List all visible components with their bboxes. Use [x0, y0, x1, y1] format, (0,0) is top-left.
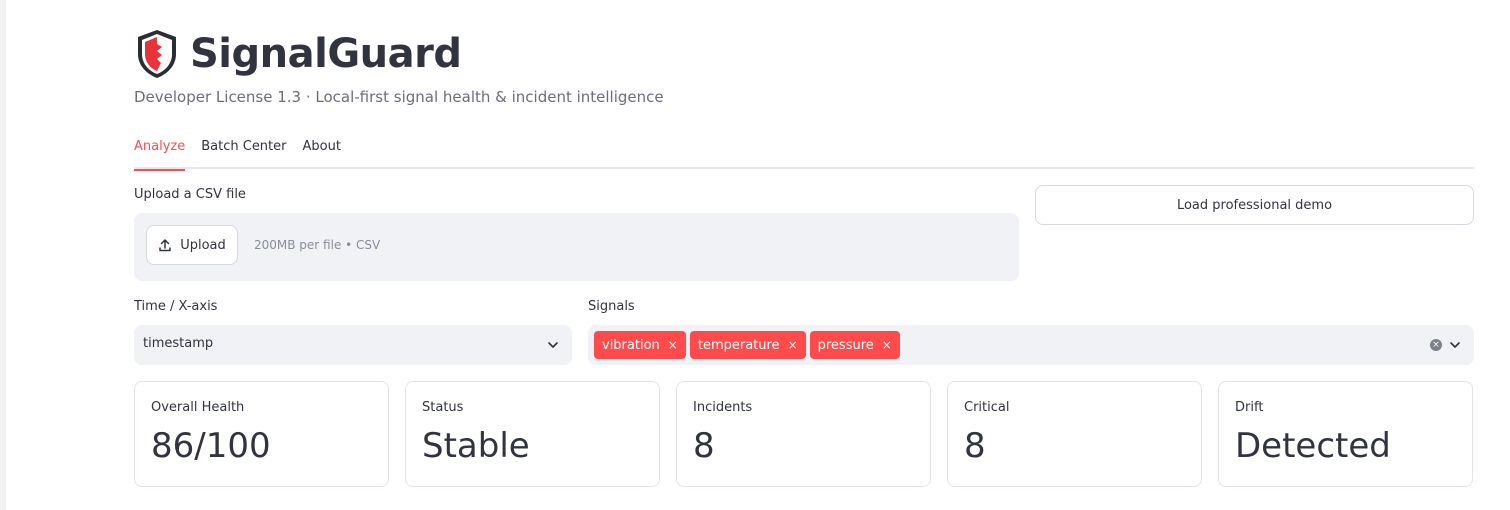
metric-value: 8	[964, 426, 986, 466]
metric-label: Critical	[964, 400, 1010, 415]
time-axis-select[interactable]: timestamp	[134, 325, 572, 365]
signals-multiselect[interactable]: vibration × temperature × pressure × ×	[588, 325, 1474, 365]
clear-icon[interactable]: ×	[1430, 339, 1442, 351]
metric-label: Incidents	[693, 400, 753, 415]
metric-value: Detected	[1235, 426, 1391, 466]
signal-chip-temperature: temperature ×	[689, 331, 806, 359]
upload-button[interactable]: Upload	[146, 225, 238, 265]
metric-label: Drift	[1235, 400, 1264, 415]
upload-label: Upload a CSV file	[134, 187, 246, 202]
tab-about[interactable]: About	[303, 138, 341, 169]
metric-critical: Critical 8	[947, 381, 1202, 487]
chevron-down-icon[interactable]	[546, 338, 560, 352]
app-title: SignalGuard	[190, 31, 462, 77]
metric-value: 86/100	[151, 426, 271, 466]
app-subtitle: Developer License 1.3 · Local-first sign…	[134, 88, 664, 106]
app-header: SignalGuard	[134, 28, 462, 80]
signal-chip-pressure: pressure ×	[809, 331, 900, 359]
upload-icon	[159, 239, 171, 252]
tab-analyze[interactable]: Analyze	[134, 138, 186, 171]
load-demo-button[interactable]: Load professional demo	[1035, 185, 1474, 225]
upload-hint: 200MB per file • CSV	[254, 238, 381, 252]
signal-chips: vibration × temperature × pressure ×	[594, 331, 904, 359]
remove-chip-icon[interactable]: ×	[882, 338, 892, 352]
time-axis-value: timestamp	[143, 336, 214, 351]
metric-value: Stable	[422, 426, 530, 466]
metric-drift: Drift Detected	[1218, 381, 1473, 487]
signal-chip-vibration: vibration ×	[594, 331, 686, 359]
left-rail	[0, 0, 6, 510]
metric-value: 8	[693, 426, 715, 466]
tab-batch-center[interactable]: Batch Center	[201, 138, 286, 169]
remove-chip-icon[interactable]: ×	[668, 338, 678, 352]
remove-chip-icon[interactable]: ×	[788, 338, 798, 352]
metric-label: Overall Health	[151, 400, 245, 415]
metric-incidents: Incidents 8	[676, 381, 931, 487]
chevron-down-icon[interactable]	[1448, 338, 1462, 352]
metric-status: Status Stable	[405, 381, 660, 487]
shield-icon	[134, 28, 180, 80]
tab-bar: Analyze Batch Center About	[134, 138, 1474, 171]
upload-button-label: Upload	[180, 237, 226, 253]
metric-overall-health: Overall Health 86/100	[134, 381, 389, 487]
time-axis-label: Time / X-axis	[134, 299, 218, 314]
metric-label: Status	[422, 400, 464, 415]
file-dropzone[interactable]: Upload 200MB per file • CSV	[134, 213, 1019, 281]
signals-label: Signals	[588, 299, 635, 314]
